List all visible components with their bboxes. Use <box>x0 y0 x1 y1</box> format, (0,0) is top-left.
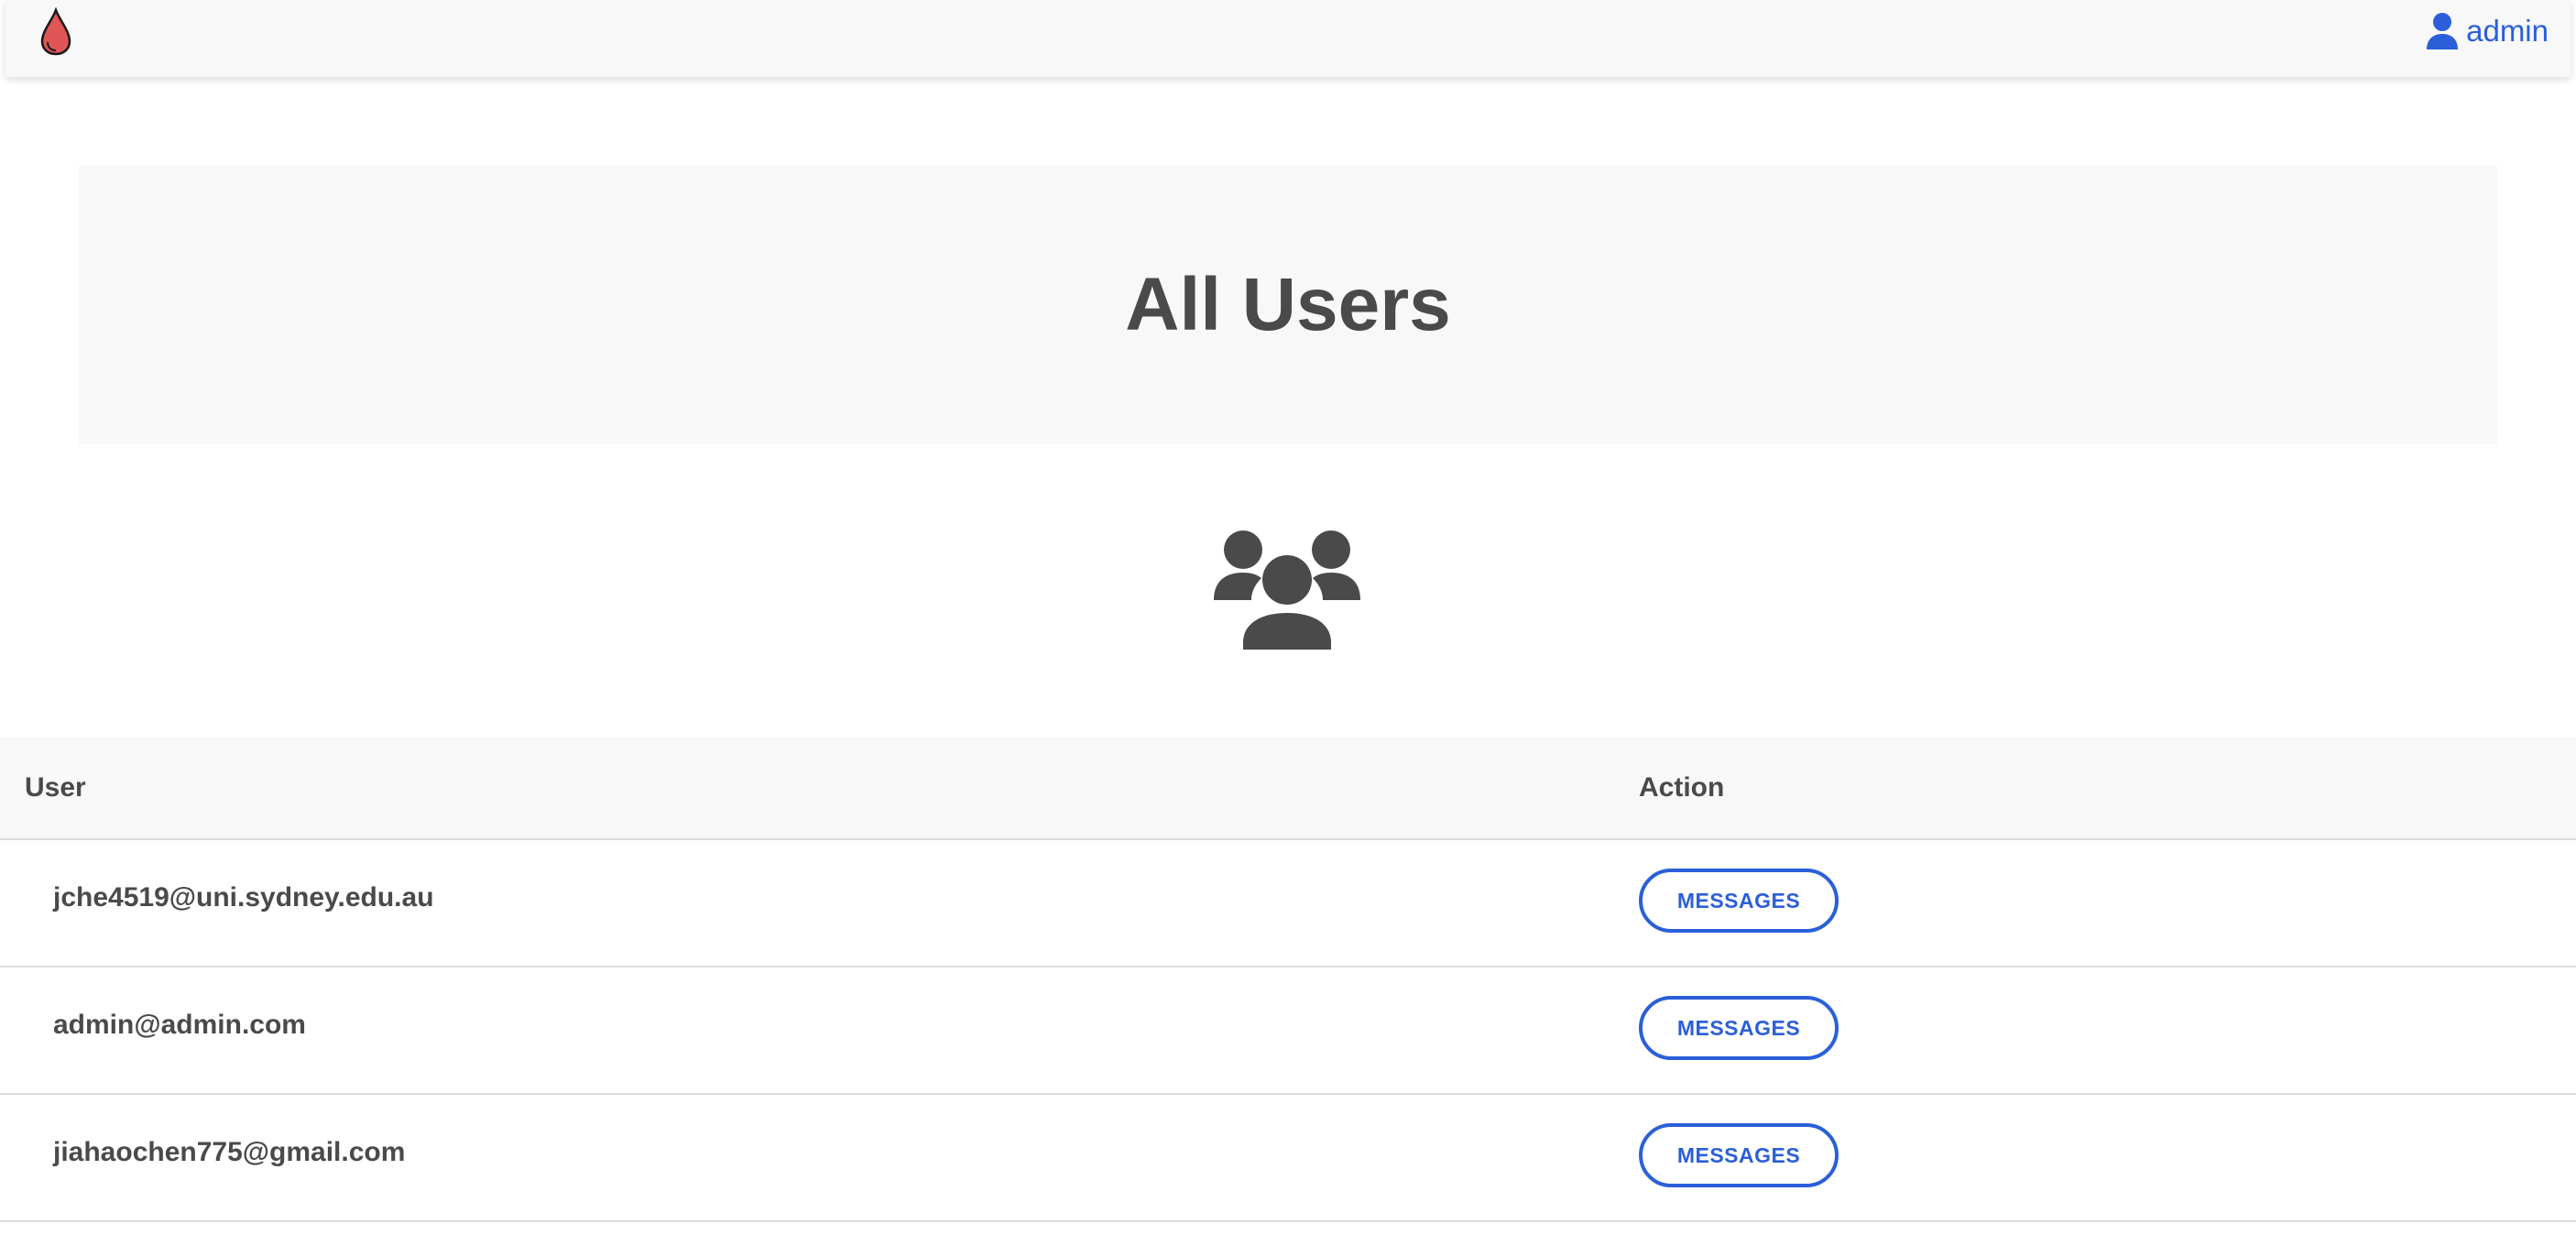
messages-button[interactable]: MESSAGES <box>1639 996 1839 1060</box>
column-header-user: User <box>25 772 86 803</box>
page-title: All Users <box>1125 262 1451 346</box>
messages-button[interactable]: MESSAGES <box>1639 869 1839 933</box>
messages-button[interactable]: MESSAGES <box>1639 1123 1839 1187</box>
user-email: jiahaochen775@gmail.com <box>53 1137 406 1167</box>
users-table: User Action jche4519@uni.sydney.edu.au M… <box>0 738 2576 1222</box>
table-row: admin@admin.com MESSAGES <box>0 967 2576 1095</box>
user-email: jche4519@uni.sydney.edu.au <box>53 882 434 913</box>
table-row: jiahaochen775@gmail.com MESSAGES <box>0 1095 2576 1222</box>
column-header-action: Action <box>1639 772 1725 803</box>
blood-drop-icon[interactable] <box>37 7 75 57</box>
table-header: User Action <box>0 738 2576 840</box>
table-row: jche4519@uni.sydney.edu.au MESSAGES <box>0 840 2576 967</box>
users-group-icon <box>1214 530 1360 650</box>
page-header-banner: All Users <box>79 165 2497 444</box>
user-menu-link[interactable]: admin <box>2424 13 2549 49</box>
user-email: admin@admin.com <box>53 1010 306 1040</box>
top-navbar: admin <box>5 0 2571 77</box>
user-name-label: admin <box>2466 14 2549 48</box>
user-icon <box>2427 13 2459 49</box>
